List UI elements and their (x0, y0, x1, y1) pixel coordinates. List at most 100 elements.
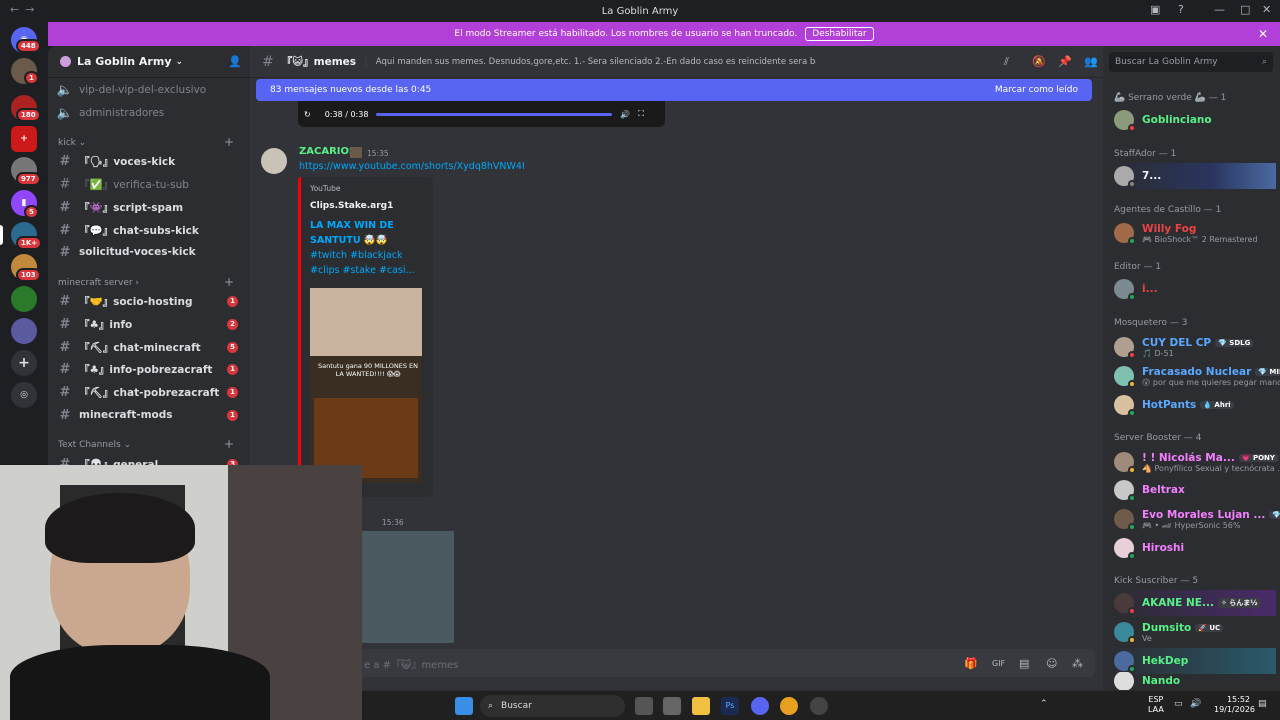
clock[interactable]: 15:52 19/1/2026 (1214, 695, 1255, 715)
badge: 1K+ (16, 236, 43, 250)
tray-chevron-icon[interactable]: ⌃ (1040, 699, 1048, 709)
channel-topic[interactable]: Aqui manden sus memes. Desnudos,gore,etc… (376, 57, 816, 67)
add-channel-icon: + (223, 437, 234, 451)
server-icon[interactable]: + (11, 126, 37, 152)
member-category: 🦾 Serrano verde 🦾 — 1 (1114, 93, 1227, 103)
title-bar: ←→ La Goblin Army ▣ ? — □ ✕ (0, 0, 1280, 22)
channel-item[interactable]: # 『👾』script-spam (56, 197, 242, 217)
member-list-icon[interactable]: 👥 (1084, 55, 1098, 68)
inbox-icon[interactable]: ▣ (1150, 3, 1160, 16)
fullscreen-icon[interactable]: ⛶ (638, 109, 644, 119)
progress-bar[interactable] (376, 112, 613, 116)
embed-title-1[interactable]: LA MAX WIN DE (310, 220, 394, 231)
discord-icon[interactable] (751, 697, 769, 715)
message-composer[interactable]: e a #『😺』memes 🎁 GIF ▤ ☺ ⁂ (262, 649, 1095, 677)
avatar[interactable] (261, 148, 287, 174)
chrome-icon[interactable] (780, 697, 798, 715)
member-item[interactable]: HekDep (1114, 648, 1276, 674)
embed-author[interactable]: Clips.Stake.arg1 (310, 201, 393, 211)
replay-icon[interactable]: ↻ (304, 110, 311, 119)
member-item[interactable]: Willy Fog 🎮 BioShock™ 2 Remastered (1114, 220, 1276, 246)
apps-icon[interactable]: ⁂ (1072, 657, 1083, 670)
gif-icon[interactable]: GIF (992, 659, 1005, 668)
server-icon[interactable] (11, 286, 37, 312)
emoji-icon[interactable]: ☺ (1046, 657, 1057, 670)
embed-thumbnail[interactable]: Santutu gana 90 MILLONES EN LA WANTED!!!… (310, 288, 422, 483)
channel-item[interactable]: # 『♣』info 2 (56, 314, 242, 334)
pin-icon[interactable]: 📌 (1058, 55, 1072, 68)
mention-badge: 2 (227, 318, 238, 330)
channel-item[interactable]: 🔈 vip-del-vip-del-exclusivo (56, 80, 242, 100)
member-item[interactable]: 7... (1114, 163, 1276, 189)
guild-icon (60, 56, 71, 67)
photoshop-icon[interactable]: Ps (721, 697, 739, 715)
server-icon[interactable] (11, 318, 37, 344)
search-input[interactable]: Buscar La Goblin Army ⌕ (1109, 52, 1273, 72)
app-icon[interactable] (663, 697, 681, 715)
minimize-button[interactable]: — (1214, 3, 1225, 16)
embed-title-2[interactable]: SANTUTU 🤯🤯 (310, 235, 388, 246)
member-item[interactable]: HotPants 💧 Ahri (1114, 392, 1276, 418)
notifications-icon[interactable]: 🔕 (1032, 55, 1046, 68)
disable-button[interactable]: Deshabilitar (805, 27, 874, 41)
badge: 103 (16, 268, 41, 282)
sticker-icon[interactable]: ▤ (1019, 657, 1029, 670)
channel-item[interactable]: 🔈 administradores (56, 103, 242, 123)
volume-icon[interactable]: 🔊 (620, 110, 630, 119)
channel-item[interactable]: # 『♣』info-pobrezacraft 1 (56, 359, 242, 379)
member-item[interactable]: Evo Morales Lujan ...💎 GD🎮 • 🏎 HyperSoni… (1114, 506, 1280, 532)
thumb-caption: Santutu gana 90 MILLONES EN LA WANTED!!!… (317, 362, 419, 378)
taskbar-search[interactable]: ⌕ Buscar (480, 695, 625, 717)
member-item[interactable]: CUY DEL CP 💎 SDLG 🎵 D-51 (1114, 334, 1276, 360)
notification-icon[interactable]: ▤ (1258, 699, 1267, 709)
language-indicator[interactable]: ESP LAA (1148, 695, 1164, 715)
maximize-button[interactable]: □ (1240, 3, 1250, 16)
search-icon: ⌕ (1261, 57, 1267, 67)
guild-header[interactable]: La Goblin Army ⌄ 👤 (48, 46, 250, 78)
help-icon[interactable]: ? (1178, 3, 1184, 16)
member-item[interactable]: Dumsito 🚀 UC Ve (1114, 619, 1276, 645)
app-icon[interactable] (810, 697, 828, 715)
badge: 180 (16, 108, 41, 122)
channel-item[interactable]: # 『⛏』chat-minecraft 5 (56, 337, 242, 357)
close-icon[interactable]: ✕ (1258, 27, 1268, 41)
member-item[interactable]: AKANE NE... ✧ らんま½ (1114, 590, 1276, 616)
task-view-icon[interactable] (635, 697, 653, 715)
network-icon[interactable]: ▭ (1174, 699, 1183, 709)
message-image[interactable] (362, 531, 454, 643)
category-kick[interactable]: kick ⌄ + (58, 135, 238, 149)
threads-icon[interactable]: ⫽ (1004, 55, 1009, 69)
channel-item[interactable]: # 『🗣』voces-kick (56, 151, 242, 171)
add-member-icon[interactable]: 👤 (228, 55, 242, 68)
volume-icon[interactable]: 🔊 (1190, 699, 1201, 709)
member-item[interactable]: i... (1114, 276, 1276, 302)
channel-item[interactable]: # 『💬』chat-subs-kick (56, 220, 242, 240)
member-item[interactable]: Beltrax (1114, 477, 1276, 503)
close-window-button[interactable]: ✕ (1262, 3, 1271, 16)
member-item[interactable]: Hiroshi (1114, 535, 1276, 561)
file-explorer-icon[interactable] (692, 697, 710, 715)
category-minecraft[interactable]: minecraft server › + (58, 275, 238, 289)
new-messages-bar[interactable]: 83 mensajes nuevos desde las 0:45 Marcar… (256, 79, 1092, 101)
hash-icon: # (59, 384, 71, 400)
category-text-channels[interactable]: Text Channels ⌄ + (58, 437, 238, 451)
add-server-icon[interactable]: + (11, 350, 37, 376)
channel-item[interactable]: # 『🤝』socio-hosting 1 (56, 291, 242, 311)
channel-item[interactable]: # 『⛏』chat-pobrezacraft 1 (56, 382, 242, 402)
member-item[interactable]: ! ! Nicolás Ma... 💗 PONY 🐴 Ponyfílico Sexu… (1114, 449, 1280, 475)
channel-item[interactable]: # solicitud-voces-kick (56, 242, 242, 262)
discover-icon[interactable]: ◎ (11, 382, 37, 408)
member-item[interactable]: Goblinciano (1114, 107, 1276, 133)
gift-icon[interactable]: 🎁 (964, 657, 978, 670)
channel-item[interactable]: # minecraft-mods 1 (56, 405, 242, 425)
channel-item[interactable]: # 『✅』verifica-tu-sub (56, 174, 242, 194)
start-icon[interactable] (455, 697, 473, 715)
hash-icon: # (59, 222, 71, 238)
member-item[interactable]: Fracasado Nuclear💎 MIKU😮 por que me quie… (1114, 363, 1280, 389)
member-category: Editor — 1 (1114, 262, 1162, 272)
member-item[interactable]: Nando (1114, 672, 1276, 690)
message-link[interactable]: https://www.youtube.com/shorts/Xydq8hVNW… (299, 161, 525, 172)
composer-placeholder[interactable]: e a #『😺』memes (364, 656, 458, 671)
mark-read-button[interactable]: Marcar como leído (995, 85, 1078, 95)
message-author[interactable]: ZACARIOS (299, 146, 356, 157)
